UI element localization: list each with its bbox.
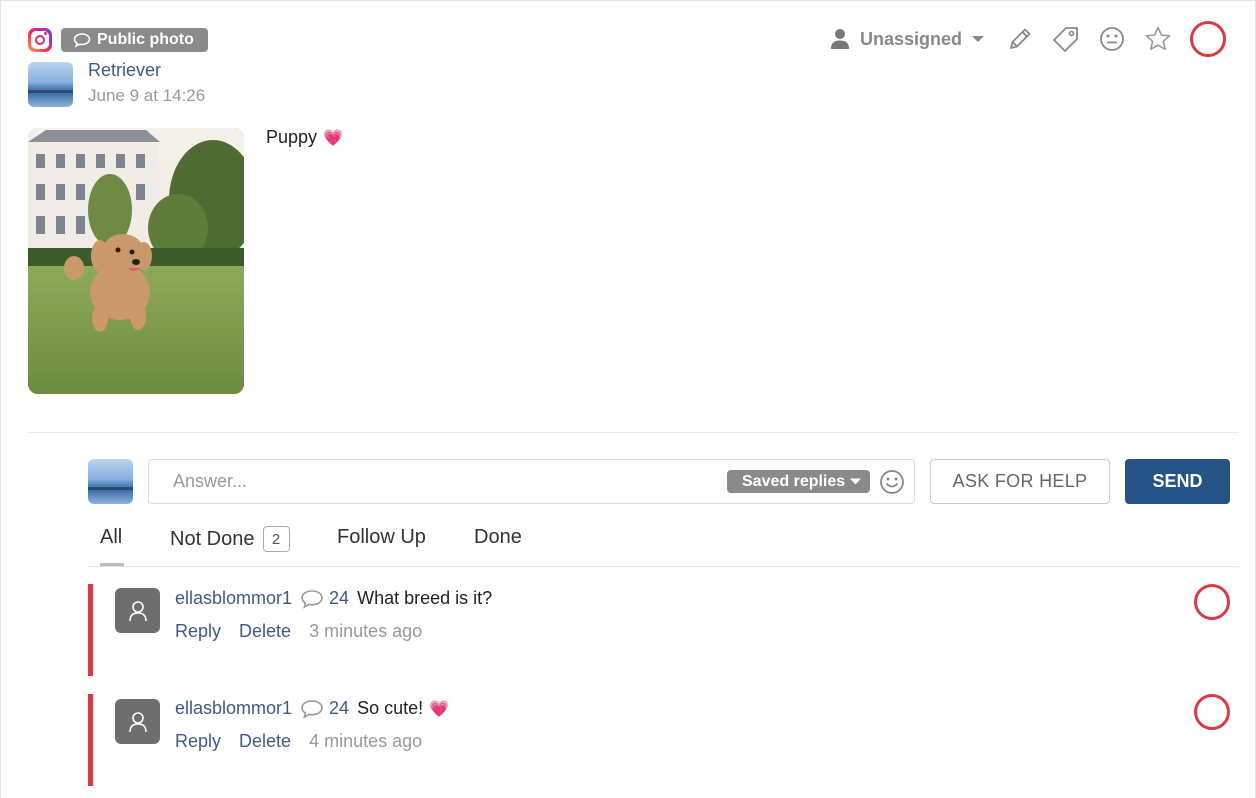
reply-avatar: [88, 459, 133, 504]
speech-bubble-icon: [73, 33, 91, 48]
comment-filter-tabs: All Not Done 2 Follow Up Done: [88, 522, 1238, 567]
comment-item: ellasblommor1 24 So cute! 💗 Reply Delete…: [88, 694, 1238, 786]
heart-icon: 💗: [323, 129, 343, 147]
post-toolbar: Unassigned: [830, 21, 1227, 57]
tab-done-label: Done: [474, 526, 522, 548]
tab-not-done[interactable]: Not Done 2: [170, 526, 290, 552]
instagram-icon: [28, 28, 52, 52]
post-date: June 9 at 14:26: [88, 86, 206, 105]
caret-down-icon: [972, 36, 985, 42]
answer-input[interactable]: [149, 460, 709, 503]
comment-count[interactable]: 24: [300, 588, 349, 609]
post-caption-text: Puppy: [266, 127, 318, 147]
pencil-icon: [1010, 28, 1031, 49]
tag-icon: [1053, 27, 1078, 52]
reply-link[interactable]: Reply: [175, 621, 221, 642]
comment-time: 3 minutes ago: [309, 621, 423, 641]
commenter-name[interactable]: ellasblommor1: [175, 698, 292, 719]
smiley-icon: [1100, 27, 1124, 51]
post-panel: [0, 0, 1256, 798]
post-status-ring-icon[interactable]: [1190, 21, 1227, 57]
comment-time: 4 minutes ago: [309, 731, 423, 751]
caret-down-icon: [850, 478, 862, 485]
avatar-placeholder-icon: [128, 711, 147, 732]
assignee-dropdown[interactable]: Unassigned: [830, 28, 985, 50]
speech-bubble-icon: [301, 699, 323, 719]
tag-button[interactable]: [1052, 25, 1080, 53]
commenter-avatar[interactable]: [115, 588, 160, 633]
speech-bubble-icon: [301, 589, 323, 609]
comment-status-ring-icon[interactable]: [1194, 694, 1230, 730]
tab-not-done-label: Not Done: [170, 527, 255, 550]
star-icon: [1145, 26, 1171, 51]
author-name[interactable]: Retriever: [88, 60, 161, 81]
delete-link[interactable]: Delete: [239, 731, 291, 752]
user-icon: [831, 29, 849, 49]
divider: [28, 432, 1238, 433]
post-caption: Puppy 💗: [266, 127, 343, 148]
comment-count-value: 24: [329, 588, 350, 608]
badge-label: Public photo: [97, 31, 194, 48]
post-photo[interactable]: [28, 128, 244, 394]
saved-replies-label: Saved replies: [742, 472, 846, 490]
delete-link[interactable]: Delete: [239, 621, 291, 642]
favorite-button[interactable]: [1144, 25, 1172, 53]
tab-all[interactable]: All: [100, 526, 122, 549]
tab-follow-up-label: Follow Up: [337, 526, 426, 548]
public-photo-badge: Public photo: [61, 28, 208, 52]
smiley-icon: [880, 470, 904, 494]
unread-indicator: [88, 584, 93, 676]
active-tab-indicator: [100, 563, 124, 566]
comment-text: What breed is it?: [357, 588, 492, 609]
commenter-avatar[interactable]: [115, 699, 160, 744]
commenter-name[interactable]: ellasblommor1: [175, 588, 292, 609]
author-avatar[interactable]: [28, 62, 73, 107]
answer-box: Saved replies: [148, 459, 915, 504]
comment-header: ellasblommor1 24 So cute! 💗: [175, 698, 449, 719]
comment-text: So cute! 💗: [357, 698, 449, 719]
comment-item: ellasblommor1 24 What breed is it? Reply…: [88, 584, 1238, 676]
unread-indicator: [88, 694, 93, 786]
reply-link[interactable]: Reply: [175, 731, 221, 752]
not-done-count-badge: 2: [262, 526, 290, 552]
tab-done[interactable]: Done: [474, 526, 522, 549]
comment-header: ellasblommor1 24 What breed is it?: [175, 588, 492, 609]
tab-follow-up[interactable]: Follow Up: [337, 526, 426, 549]
comment-count[interactable]: 24: [300, 698, 349, 719]
send-button[interactable]: SEND: [1125, 459, 1230, 504]
ask-for-help-button[interactable]: ASK FOR HELP: [930, 459, 1110, 504]
comment-text-value: So cute!: [357, 698, 424, 718]
edit-button[interactable]: [1006, 25, 1034, 53]
comment-actions: Reply Delete 4 minutes ago: [175, 731, 422, 752]
sentiment-button[interactable]: [1098, 25, 1126, 53]
avatar-placeholder-icon: [128, 600, 147, 621]
comment-count-value: 24: [329, 698, 350, 718]
instagram-icon-dot: [44, 32, 47, 35]
puppy-photo-illustration: [28, 128, 244, 394]
emoji-button[interactable]: [879, 469, 905, 500]
saved-replies-button[interactable]: Saved replies: [727, 470, 870, 493]
tab-all-label: All: [100, 526, 123, 548]
comment-status-ring-icon[interactable]: [1194, 584, 1230, 620]
assignee-label: Unassigned: [860, 28, 963, 49]
comment-actions: Reply Delete 3 minutes ago: [175, 621, 422, 642]
heart-icon: 💗: [429, 700, 450, 718]
comment-text-value: What breed is it?: [357, 588, 493, 608]
